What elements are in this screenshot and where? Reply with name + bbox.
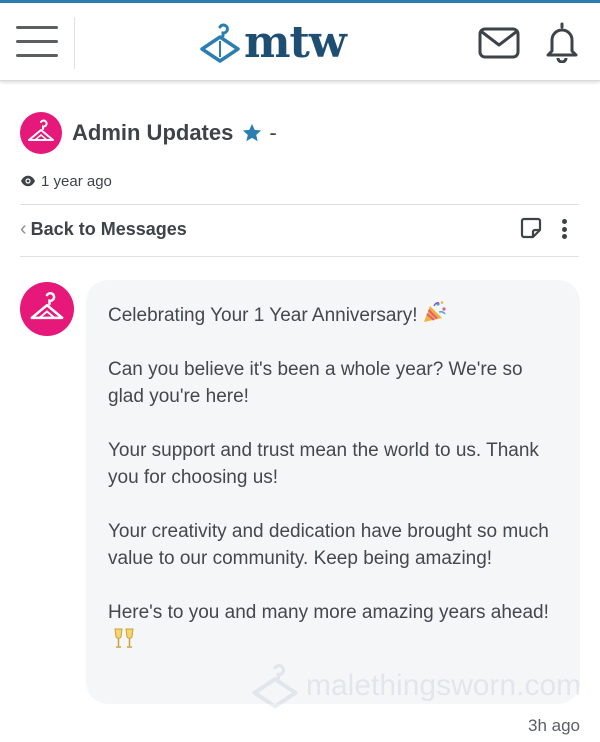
thread-title-row: Admin Updates - <box>20 112 277 154</box>
hanger-logo-icon <box>200 23 240 63</box>
note-icon[interactable] <box>520 217 542 239</box>
more-options-icon[interactable] <box>555 216 573 242</box>
clinking-glasses-icon <box>114 628 134 648</box>
message-text: Celebrating Your 1 Year Anniversary! <box>108 305 418 326</box>
bell-icon[interactable] <box>544 21 580 64</box>
hanger-avatar-icon <box>30 292 64 320</box>
message-paragraph: Your support and trust mean the world to… <box>108 440 539 488</box>
app-header: mtw <box>0 3 600 81</box>
avatar[interactable] <box>20 282 74 336</box>
title-suffix: - <box>269 120 277 145</box>
message-paragraph: Celebrating Your 1 Year Anniversary! <box>108 300 560 329</box>
chevron-left-icon: ‹ <box>20 218 27 240</box>
divider <box>20 256 579 257</box>
eye-icon <box>21 175 35 187</box>
thread-meta: 1 year ago <box>20 171 112 191</box>
page-title: Admin Updates <box>72 120 234 145</box>
message-paragraph: Your creativity and dedication have brou… <box>108 521 549 569</box>
star-icon[interactable] <box>241 122 263 144</box>
message-timestamp: 3h ago <box>528 716 580 735</box>
hanger-avatar-icon <box>28 119 54 141</box>
logo-text: mtw <box>244 17 347 68</box>
divider <box>20 204 579 205</box>
message-text: Here's to you and many more amazing year… <box>108 602 549 623</box>
envelope-icon[interactable] <box>478 27 520 59</box>
thread-age: 1 year ago <box>41 172 112 190</box>
message-bubble: Celebrating Your 1 Year Anniversary! Can… <box>86 280 580 704</box>
party-popper-icon <box>423 301 446 322</box>
header-divider <box>74 17 75 69</box>
avatar[interactable] <box>20 112 62 154</box>
hamburger-menu-icon[interactable] <box>16 24 58 60</box>
site-logo[interactable]: mtw <box>198 15 347 71</box>
message-paragraph: Here's to you and many more amazing year… <box>108 599 560 655</box>
back-to-messages-link[interactable]: ‹ Back to Messages <box>20 217 187 241</box>
message-paragraph: Can you believe it's been a whole year? … <box>108 359 523 407</box>
back-label: Back to Messages <box>30 218 187 239</box>
